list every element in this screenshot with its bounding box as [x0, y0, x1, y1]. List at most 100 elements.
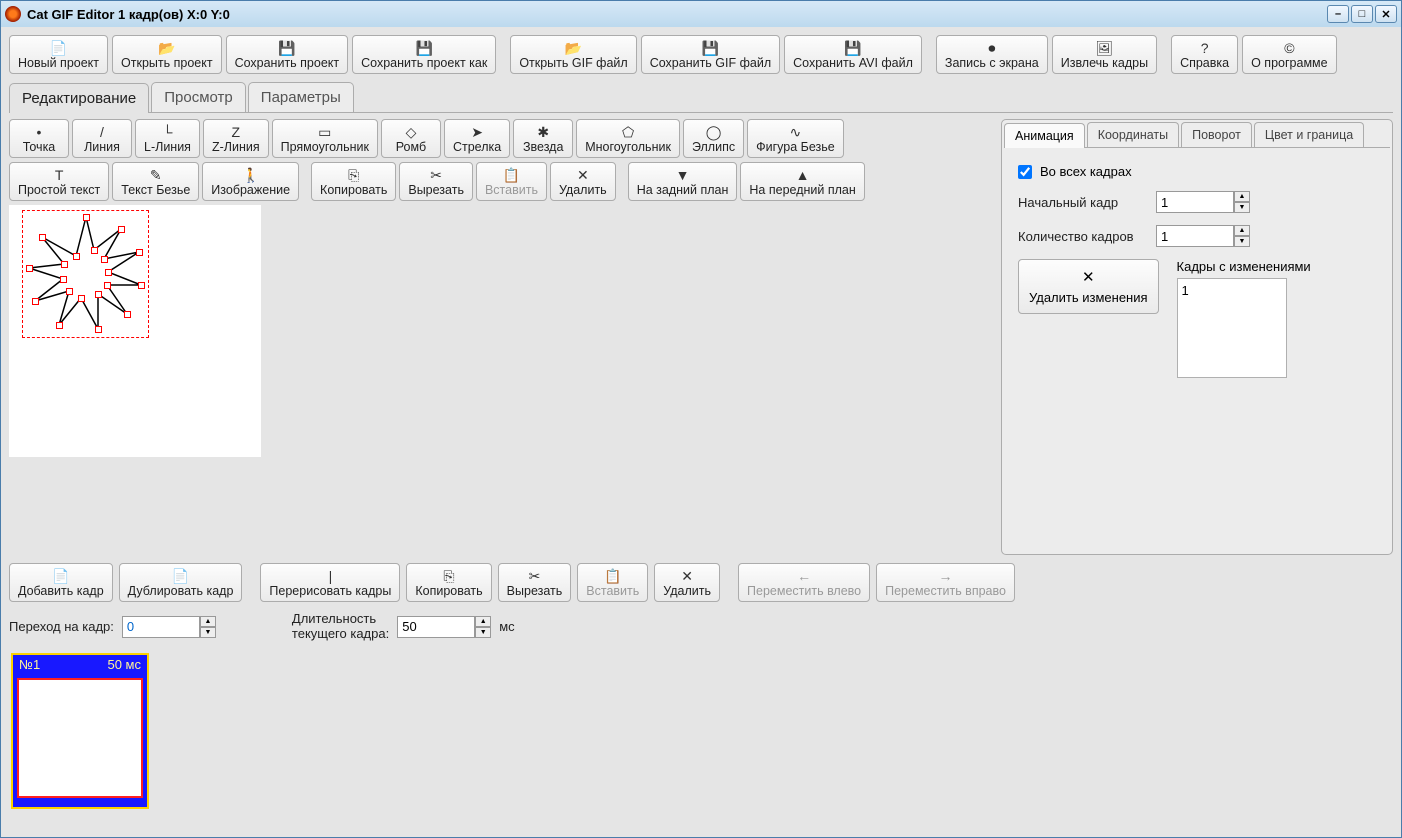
star-button[interactable]: ✱Звезда — [513, 119, 573, 158]
save-gif-button[interactable]: 💾Сохранить GIF файл — [641, 35, 780, 74]
image-button[interactable]: 🚶Изображение — [202, 162, 299, 201]
spin-down[interactable]: ▼ — [1234, 202, 1250, 213]
vertex-handle[interactable] — [78, 295, 85, 302]
vertex-handle[interactable] — [26, 265, 33, 272]
bring-front-button[interactable]: ▲На передний план — [740, 162, 864, 201]
ellipse-icon: ◯ — [706, 124, 722, 140]
vertex-handle[interactable] — [124, 311, 131, 318]
vertex-handle[interactable] — [136, 249, 143, 256]
bezier-text-button[interactable]: ✎Текст Безье — [112, 162, 199, 201]
spin-up[interactable]: ▲ — [475, 616, 491, 627]
vertex-handle[interactable] — [56, 322, 63, 329]
redraw-frames-button[interactable]: |Перерисовать кадры — [260, 563, 400, 602]
send-back-button[interactable]: ▼На задний план — [628, 162, 738, 201]
delete-label: Удалить — [559, 183, 607, 197]
delete2-icon: ✕ — [681, 568, 693, 584]
about-button[interactable]: ©О программе — [1242, 35, 1336, 74]
shape-star[interactable] — [9, 205, 261, 457]
help-button[interactable]: ?Справка — [1171, 35, 1238, 74]
open-gif-button[interactable]: 📂Открыть GIF файл — [510, 35, 636, 74]
sidetab-3[interactable]: Цвет и граница — [1254, 122, 1364, 147]
vertex-handle[interactable] — [61, 261, 68, 268]
ellipse-button[interactable]: ◯Эллипс — [683, 119, 744, 158]
polygon-label: Многоугольник — [585, 140, 671, 154]
save-avi-button[interactable]: 💾Сохранить AVI файл — [784, 35, 922, 74]
z-line-button[interactable]: ZZ-Линия — [203, 119, 269, 158]
sidetab-1[interactable]: Координаты — [1087, 122, 1179, 147]
shape-toolbar-1: •Точка/Линия└L-ЛинияZZ-Линия▭Прямоугольн… — [9, 119, 995, 158]
arrow-icon: ➤ — [471, 124, 483, 140]
delete2-button[interactable]: ✕Удалить — [654, 563, 720, 602]
save-project-as-icon: 💾 — [416, 40, 433, 56]
tab-0[interactable]: Редактирование — [9, 83, 149, 113]
vertex-handle[interactable] — [66, 288, 73, 295]
vertex-handle[interactable] — [91, 247, 98, 254]
l-line-button[interactable]: └L-Линия — [135, 119, 200, 158]
minimize-button[interactable]: – — [1327, 5, 1349, 23]
open-project-button[interactable]: 📂Открыть проект — [112, 35, 222, 74]
screen-record-button[interactable]: ⏺Запись с экрана — [936, 35, 1048, 74]
frame-count-input[interactable] — [1156, 225, 1234, 247]
arrow-button[interactable]: ➤Стрелка — [444, 119, 510, 158]
spin-down[interactable]: ▼ — [1234, 236, 1250, 247]
cut-icon: ✂ — [430, 167, 442, 183]
sidetab-0[interactable]: Анимация — [1004, 123, 1085, 148]
vertex-handle[interactable] — [95, 326, 102, 333]
extract-frames-button[interactable]: 🖼Извлечь кадры — [1052, 35, 1157, 74]
vertex-handle[interactable] — [138, 282, 145, 289]
spin-up[interactable]: ▲ — [200, 616, 216, 627]
save-project-as-button[interactable]: 💾Сохранить проект как — [352, 35, 496, 74]
rhomb-button[interactable]: ◇Ромб — [381, 119, 441, 158]
goto-frame-input[interactable] — [122, 616, 200, 638]
vertex-handle[interactable] — [73, 253, 80, 260]
vertex-handle[interactable] — [39, 234, 46, 241]
close-button[interactable]: ✕ — [1375, 5, 1397, 23]
line-button[interactable]: /Линия — [72, 119, 132, 158]
cut2-button[interactable]: ✂Вырезать — [498, 563, 572, 602]
add-frame-button[interactable]: 📄Добавить кадр — [9, 563, 113, 602]
spin-down[interactable]: ▼ — [475, 627, 491, 638]
delete-button[interactable]: ✕Удалить — [550, 162, 616, 201]
spin-down[interactable]: ▼ — [200, 627, 216, 638]
save-project-button[interactable]: 💾Сохранить проект — [226, 35, 349, 74]
vertex-handle[interactable] — [83, 214, 90, 221]
rect-button[interactable]: ▭Прямоугольник — [272, 119, 378, 158]
all-frames-checkbox[interactable] — [1018, 165, 1032, 179]
plain-text-button[interactable]: TПростой текст — [9, 162, 109, 201]
duration-input[interactable] — [397, 616, 475, 638]
bezier-button[interactable]: ∿Фигура Безье — [747, 119, 844, 158]
changes-list-label: Кадры с изменениями — [1177, 259, 1311, 274]
vertex-handle[interactable] — [101, 256, 108, 263]
canvas-area[interactable] — [9, 205, 995, 555]
maximize-button[interactable]: □ — [1351, 5, 1373, 23]
rect-label: Прямоугольник — [281, 140, 369, 154]
vertex-handle[interactable] — [104, 282, 111, 289]
vertex-handle[interactable] — [60, 276, 67, 283]
start-frame-input[interactable] — [1156, 191, 1234, 213]
frame-ops-toolbar: 📄Добавить кадр📄Дублировать кадр |Перерисо… — [9, 563, 1393, 602]
duration-label-1: Длительность — [292, 612, 389, 626]
dup-frame-button[interactable]: 📄Дублировать кадр — [119, 563, 243, 602]
spin-up[interactable]: ▲ — [1234, 225, 1250, 236]
send-back-label: На задний план — [637, 183, 729, 197]
point-button[interactable]: •Точка — [9, 119, 69, 158]
new-project-button[interactable]: 📄Новый проект — [9, 35, 108, 74]
spin-up[interactable]: ▲ — [1234, 191, 1250, 202]
vertex-handle[interactable] — [95, 291, 102, 298]
delete-changes-button[interactable]: ✕ Удалить изменения — [1018, 259, 1159, 314]
sidetab-2[interactable]: Поворот — [1181, 122, 1252, 147]
vertex-handle[interactable] — [118, 226, 125, 233]
frame-thumb-1[interactable]: №1 50 мс — [11, 653, 149, 809]
l-line-icon: └ — [163, 124, 173, 140]
frame-thumbnails[interactable]: №1 50 мс — [9, 649, 1393, 829]
cut-button[interactable]: ✂Вырезать — [399, 162, 473, 201]
vertex-handle[interactable] — [32, 298, 39, 305]
vertex-handle[interactable] — [105, 269, 112, 276]
copy2-button[interactable]: ⎘Копировать — [406, 563, 491, 602]
canvas[interactable] — [9, 205, 261, 457]
changes-list[interactable]: 1 — [1177, 278, 1287, 378]
polygon-button[interactable]: ⬠Многоугольник — [576, 119, 680, 158]
tab-2[interactable]: Параметры — [248, 82, 354, 112]
tab-1[interactable]: Просмотр — [151, 82, 246, 112]
copy-button[interactable]: ⎘Копировать — [311, 162, 396, 201]
